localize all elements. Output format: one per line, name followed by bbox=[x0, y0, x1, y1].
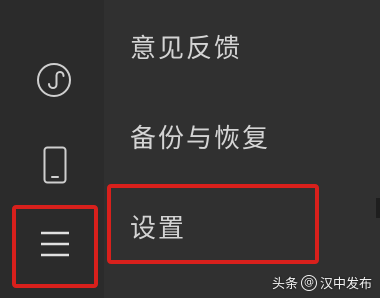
menu-highlight-box bbox=[12, 205, 98, 288]
watermark-prefix: 头条 bbox=[271, 277, 298, 292]
menu-item-feedback[interactable]: 意见反馈 bbox=[130, 28, 242, 65]
window-edge bbox=[376, 198, 380, 218]
sidebar bbox=[0, 0, 104, 298]
phone-icon[interactable] bbox=[43, 146, 67, 184]
watermark: 头条 @ 汉中发布 bbox=[272, 273, 372, 292]
watermark-at-icon: @ bbox=[300, 274, 317, 291]
screen: 意见反馈 备份与恢复 设置 头条 @ 汉中发布 bbox=[0, 0, 380, 298]
settings-highlight-box bbox=[107, 184, 319, 264]
menu-panel: 意见反馈 备份与恢复 设置 bbox=[104, 0, 380, 298]
watermark-name: 汉中发布 bbox=[319, 277, 372, 292]
mini-program-icon[interactable] bbox=[37, 63, 71, 97]
menu-item-backup-restore[interactable]: 备份与恢复 bbox=[130, 118, 270, 155]
